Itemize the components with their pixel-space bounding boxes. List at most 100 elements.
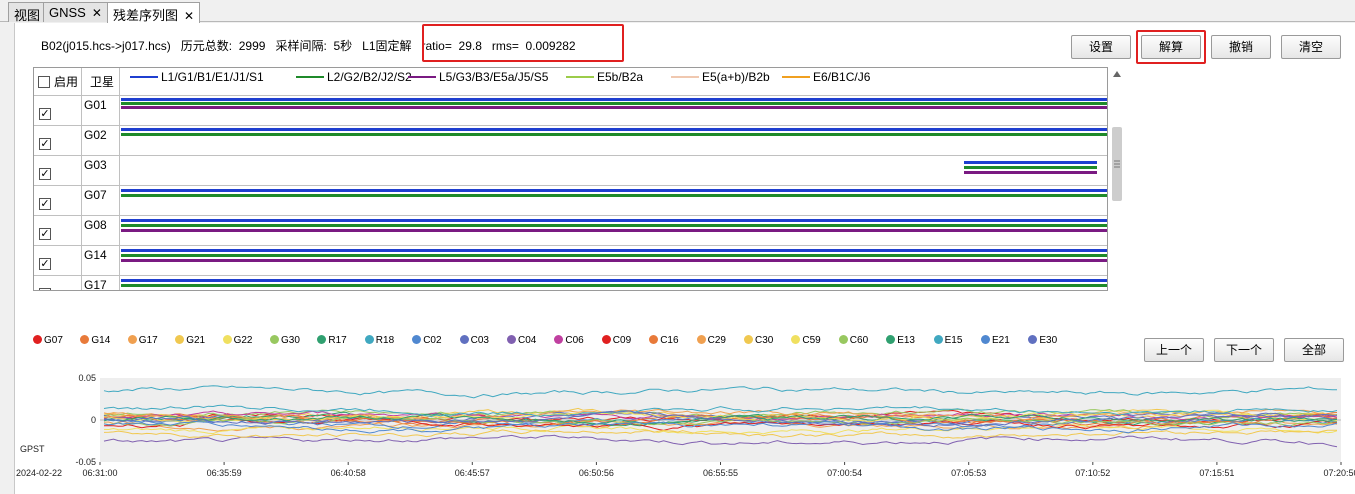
satellite-id: G07 — [82, 186, 120, 216]
x-tick-label: 06:45:57 — [455, 468, 490, 478]
enable-cell: ✓ — [34, 156, 82, 186]
enable-checkbox[interactable]: ✓ — [39, 108, 51, 120]
signal-line — [121, 128, 1107, 131]
tab-view[interactable]: 视图 — [8, 2, 47, 23]
close-icon[interactable]: ✕ — [92, 6, 102, 20]
clear-button[interactable]: 清空 — [1281, 35, 1341, 59]
legend-dot — [981, 334, 990, 344]
tab-label: 残差序列图 — [113, 8, 179, 23]
enable-checkbox[interactable]: ✓ — [39, 258, 51, 270]
legend-dot — [33, 334, 42, 344]
enable-cell: ✓ — [34, 186, 82, 216]
chart-legend-item[interactable]: C03 — [459, 334, 489, 346]
enable-checkbox[interactable]: ✓ — [39, 168, 51, 180]
satellite-row[interactable]: ✓ G03 — [34, 156, 1107, 186]
signal-lines — [121, 246, 1107, 276]
scroll-up-icon[interactable] — [1113, 71, 1121, 77]
satellite-id: G17 — [82, 276, 120, 290]
grid-scrollbar[interactable] — [1108, 67, 1126, 291]
residual-chart: 0.05 0 -0.0506:31:00 06:35:59 06:40:58 06:45:… — [16, 373, 1355, 478]
legend-label: L1/G1/B1/E1/J1/S1 — [161, 70, 264, 84]
next-button[interactable]: 下一个 — [1214, 338, 1274, 362]
signal-line — [121, 98, 1107, 101]
close-icon[interactable]: ✕ — [184, 9, 194, 23]
x-tick-label: 06:50:56 — [579, 468, 614, 478]
prev-button[interactable]: 上一个 — [1144, 338, 1204, 362]
legend-dot — [838, 334, 848, 344]
chart-legend-item[interactable]: C29 — [696, 334, 726, 346]
enable-checkbox[interactable]: ✓ — [39, 228, 51, 240]
signal-line — [121, 102, 1107, 105]
legend-dot — [317, 334, 327, 344]
legend-label: C09 — [612, 335, 632, 346]
signal-line — [121, 229, 1107, 232]
x-tick-label: 07:05:53 — [951, 468, 986, 478]
chart-legend-item[interactable]: R18 — [364, 334, 394, 346]
chart-legend-item[interactable]: E15 — [933, 334, 962, 346]
residual-panel: B02(j015.hcs->j017.hcs) 历元总数: 2999 采样间隔: 5… — [14, 23, 1355, 494]
enable-cell: ✓ — [34, 126, 82, 156]
chart-legend-item[interactable]: R17 — [317, 334, 347, 346]
tab-residual-series[interactable]: 残差序列图 ✕ — [107, 2, 201, 23]
undo-button[interactable]: 撤销 — [1211, 35, 1271, 59]
legend-dot — [791, 334, 801, 344]
chart-legend-item[interactable]: C16 — [649, 334, 679, 346]
tab-gnss[interactable]: GNSS ✕ — [43, 2, 108, 22]
satellite-row[interactable]: ✓ G14 — [34, 246, 1107, 276]
signal-line — [121, 279, 1107, 282]
chart-legend-item[interactable]: C59 — [791, 334, 821, 346]
satellite-row[interactable]: ✓ G07 — [34, 186, 1107, 216]
signal-lines — [121, 186, 1107, 216]
legend-label: R17 — [328, 335, 347, 346]
x-tick-label: 07:10:52 — [1075, 468, 1110, 478]
chart-legend-item[interactable]: G17 — [127, 334, 158, 346]
satellite-row[interactable]: ✓ G02 — [34, 126, 1107, 156]
legend-dot — [933, 334, 943, 344]
chart-legend-item[interactable]: C06 — [554, 334, 584, 346]
signal-lines — [121, 126, 1107, 156]
all-button[interactable]: 全部 — [1284, 338, 1344, 362]
legend-label: E30 — [1039, 335, 1058, 346]
enable-checkbox[interactable]: ✓ — [39, 138, 51, 150]
enable-checkbox[interactable]: ✓ — [39, 198, 51, 210]
legend-item: L2/G2/B2/J2/S2 — [296, 70, 412, 84]
chart-legend-item[interactable]: E30 — [1028, 334, 1058, 346]
chart-legend-item[interactable]: G07 — [33, 334, 63, 346]
signal-line — [964, 161, 1098, 164]
legend-dot — [507, 334, 516, 344]
x-tick-label: 07:15:51 — [1199, 468, 1234, 478]
legend-label: E5(a+b)/B2b — [702, 70, 770, 84]
header-enable[interactable]: 启用 — [34, 68, 82, 96]
satellite-row[interactable]: ✓ G08 — [34, 216, 1107, 246]
chart-legend-item[interactable]: E21 — [981, 334, 1010, 346]
settings-button[interactable]: 设置 — [1071, 35, 1131, 59]
chart-legend-item[interactable]: G30 — [270, 334, 300, 346]
legend-dot — [744, 334, 753, 344]
chart-legend-item[interactable]: G22 — [222, 334, 253, 346]
signal-lines — [121, 276, 1107, 290]
satellite-row[interactable]: ✓ G01 — [34, 96, 1107, 126]
chart-legend-item[interactable]: C30 — [744, 334, 773, 346]
legend-dot — [127, 334, 137, 344]
chart-legend-item[interactable]: C02 — [412, 334, 442, 346]
signal-line — [121, 254, 1107, 257]
chart-legend-item[interactable]: C60 — [838, 334, 868, 346]
baseline-name: B02(j015.hcs->j017.hcs) — [41, 39, 171, 53]
chart-legend-item[interactable]: E13 — [886, 334, 915, 346]
legend-swatch — [671, 75, 699, 78]
x-tick-label: 06:40:58 — [331, 468, 366, 478]
x-tick-label: 06:31:00 — [82, 468, 117, 478]
select-all-checkbox[interactable] — [38, 76, 50, 88]
sample-interval: 采样间隔: 5秒 — [275, 39, 353, 53]
legend-dot — [222, 334, 232, 344]
x-tick-label: 06:55:55 — [703, 468, 738, 478]
tab-bar: 视图 GNSS ✕ 残差序列图 ✕ — [0, 0, 1355, 23]
satellite-row[interactable]: ✓ G17 — [34, 276, 1107, 290]
chart-legend-item[interactable]: G14 — [80, 334, 110, 346]
chart-legend-item[interactable]: C04 — [507, 334, 536, 346]
enable-checkbox[interactable]: ✓ — [39, 288, 51, 290]
legend-label: G17 — [138, 335, 158, 346]
chart-legend-item[interactable]: G21 — [175, 334, 205, 346]
chart-legend-item[interactable]: C09 — [601, 334, 632, 346]
legend-dot — [270, 334, 279, 344]
